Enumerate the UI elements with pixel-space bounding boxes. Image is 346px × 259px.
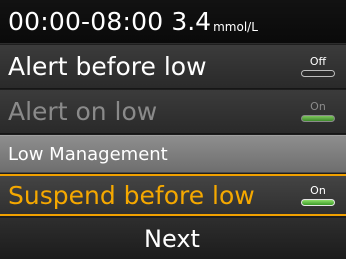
toggle-state-text: Off	[309, 55, 327, 68]
alert-before-low-label: Alert before low	[8, 52, 207, 81]
toggle-switch-icon	[301, 115, 335, 122]
toggle-state-text: On	[310, 100, 326, 113]
alert-before-low-toggle[interactable]: Off	[300, 56, 336, 77]
low-settings-screen: 00:00-08:00 3.4 mmol/L Alert before low …	[0, 0, 346, 259]
suspend-before-low-label: Suspend before low	[8, 180, 255, 210]
glucose-unit: mmol/L	[213, 19, 258, 34]
suspend-before-low-row[interactable]: Suspend before low On	[0, 174, 346, 216]
next-button-label: Next	[144, 224, 200, 253]
time-segment-header: 00:00-08:00 3.4 mmol/L	[0, 0, 346, 44]
toggle-state-text: On	[310, 183, 326, 197]
alert-before-low-row[interactable]: Alert before low Off	[0, 45, 346, 89]
toggle-switch-icon	[301, 198, 335, 206]
next-button[interactable]: Next	[0, 218, 346, 259]
glucose-threshold-value: 3.4	[171, 7, 212, 36]
time-range: 00:00-08:00	[8, 7, 164, 36]
suspend-before-low-toggle[interactable]: On	[300, 183, 336, 206]
alert-on-low-label: Alert on low	[8, 97, 158, 126]
alert-on-low-row: Alert on low On	[0, 90, 346, 134]
section-title: Low Management	[8, 143, 168, 165]
low-management-section-header: Low Management	[0, 135, 346, 173]
toggle-switch-icon	[301, 70, 335, 77]
alert-on-low-toggle: On	[300, 101, 336, 122]
